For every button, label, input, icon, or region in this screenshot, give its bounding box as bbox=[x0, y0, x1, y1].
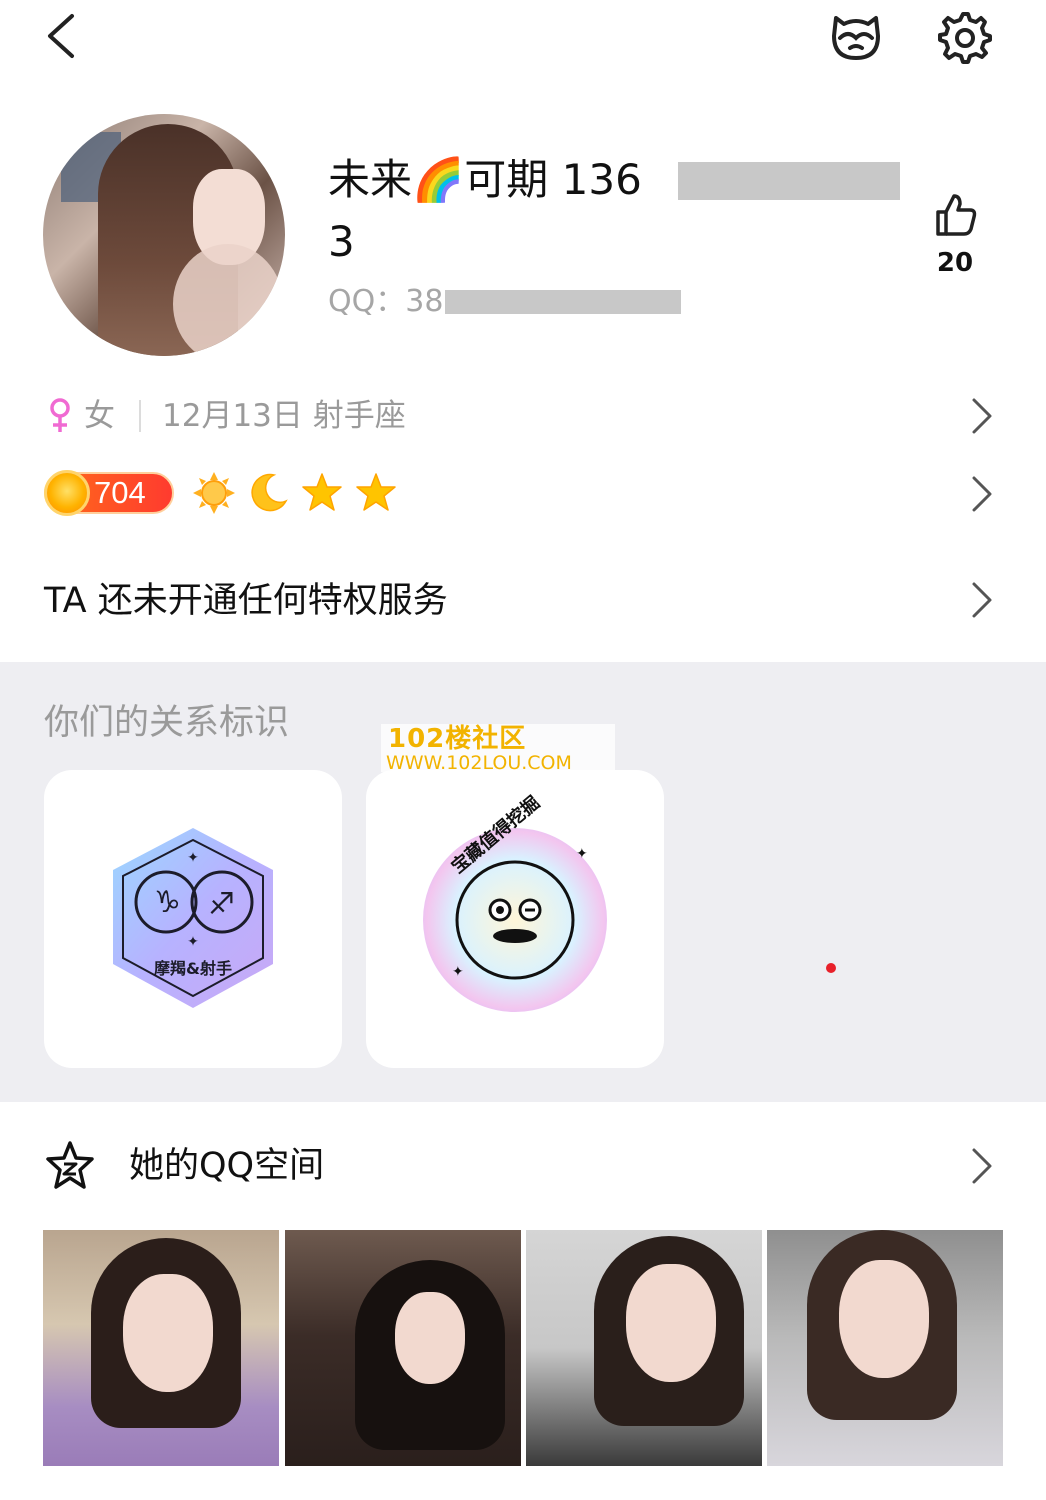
thumbs-up-icon bbox=[936, 194, 977, 236]
svg-text:✦: ✦ bbox=[452, 964, 464, 980]
qzone-photo[interactable] bbox=[526, 1230, 762, 1466]
chevron-right-icon bbox=[966, 1144, 996, 1188]
svg-text:✦: ✦ bbox=[576, 846, 588, 862]
treasure-badge-icon: 宝藏值得挖掘 ✦ ✦ bbox=[423, 792, 607, 1012]
chevron-left-icon bbox=[48, 14, 74, 58]
redaction-bar bbox=[445, 290, 681, 314]
qzone-photo[interactable] bbox=[767, 1230, 1003, 1466]
pet-button[interactable] bbox=[826, 8, 886, 64]
star-icon bbox=[354, 471, 398, 515]
qzone-photo[interactable] bbox=[43, 1230, 279, 1466]
relation-card-treasure[interactable]: 宝藏值得挖掘 ✦ ✦ bbox=[366, 770, 664, 1068]
gear-icon bbox=[938, 12, 992, 64]
sun-icon bbox=[192, 471, 236, 515]
divider bbox=[139, 400, 141, 432]
svg-text:摩羯&射手: 摩羯&射手 bbox=[154, 959, 232, 978]
back-button[interactable] bbox=[40, 10, 90, 62]
zodiac-badge-icon: ♑ ♐ ✦ ✦ 摩羯&射手 bbox=[113, 828, 273, 1008]
svg-text:♑: ♑ bbox=[154, 885, 181, 920]
level-number: 704 bbox=[94, 475, 146, 510]
settings-button[interactable] bbox=[934, 8, 992, 64]
pet-face-icon bbox=[832, 16, 880, 60]
chevron-right-icon bbox=[966, 472, 996, 516]
qzone-photo[interactable] bbox=[285, 1230, 521, 1466]
female-icon bbox=[46, 396, 74, 436]
relation-card-zodiac[interactable]: ♑ ♐ ✦ ✦ 摩羯&射手 bbox=[44, 770, 342, 1068]
basic-info-row[interactable] bbox=[0, 386, 1046, 446]
watermark-text: 102楼社区 bbox=[388, 724, 527, 754]
notification-dot bbox=[826, 963, 836, 973]
like-count: 20 bbox=[936, 248, 974, 278]
birthday-text: 12月13日 射手座 bbox=[162, 398, 406, 434]
like-button[interactable] bbox=[930, 190, 980, 240]
star-icon bbox=[300, 471, 344, 515]
qzone-star-icon bbox=[44, 1140, 96, 1192]
privilege-text: TA 还未开通任何特权服务 bbox=[44, 581, 448, 621]
redaction-bar bbox=[678, 162, 900, 200]
svg-text:✦: ✦ bbox=[187, 934, 199, 950]
level-coin-icon bbox=[44, 470, 90, 516]
qzone-title: 她的QQ空间 bbox=[129, 1146, 325, 1186]
profile-name-continued: 3 bbox=[328, 217, 355, 266]
gender-text: 女 bbox=[84, 398, 115, 434]
svg-text:✦: ✦ bbox=[187, 850, 199, 866]
chevron-right-icon bbox=[966, 394, 996, 438]
avatar[interactable] bbox=[43, 114, 285, 356]
moon-icon bbox=[246, 471, 290, 515]
qq-number: QQ：38 bbox=[328, 284, 444, 319]
svg-text:♐: ♐ bbox=[208, 887, 235, 922]
chevron-right-icon bbox=[966, 578, 996, 622]
relation-title: 你们的关系标识 bbox=[44, 703, 290, 743]
